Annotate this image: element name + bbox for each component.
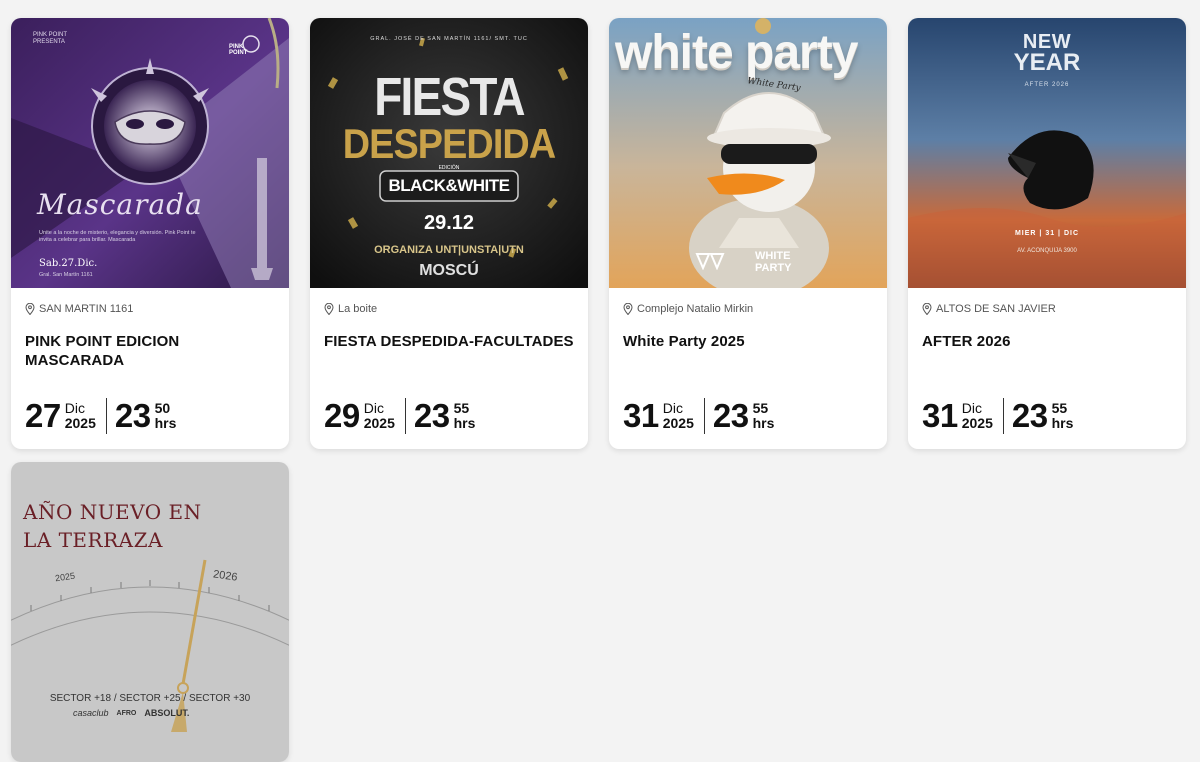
event-month: Dic (64, 400, 85, 416)
event-poster: white party White Party WHITE PARTY (609, 18, 887, 288)
poster-badge: BLACK&WHITE (388, 176, 510, 195)
venue-name: La boite (338, 303, 378, 315)
location-pin-icon (324, 303, 334, 315)
poster-logo-right: WHITE PARTY (755, 250, 792, 274)
event-day: 29 (324, 397, 360, 434)
event-card[interactable]: PINK POINT PRESENTA PINK POINT Mascarada… (11, 18, 289, 449)
event-datetime: 31 Dic 2025 23 55 hrs (623, 398, 774, 434)
event-day: 27 (25, 397, 61, 434)
poster-headline: FIESTA (374, 67, 525, 127)
event-venue: SAN MARTIN 1161 (25, 302, 275, 316)
poster-headline: DESPEDIDA (342, 120, 556, 167)
event-title[interactable]: AFTER 2026 (922, 332, 1172, 372)
poster-script-title: Mascarada (37, 188, 203, 221)
poster-address: Gral. San Martín 1161 (39, 272, 93, 278)
venue-name: Complejo Natalio Mirkin (637, 303, 754, 315)
event-hour: 23 (1011, 397, 1048, 434)
poster-organizer: ORGANIZA UNT|UNSTA|UTN (374, 244, 524, 256)
event-hour: 23 (413, 397, 450, 434)
event-hrs-label: hrs (752, 415, 775, 431)
event-datetime: 27 Dic 2025 23 50 hrs (25, 398, 176, 434)
datetime-divider (703, 398, 705, 434)
event-hrs-label: hrs (154, 415, 177, 431)
event-card[interactable]: NEW YEAR AFTER 2026 MIER | 31 | DIC AV. … (908, 18, 1186, 449)
location-pin-icon (25, 303, 35, 315)
event-hour: 23 (712, 397, 749, 434)
poster-headline: YEAR (1013, 49, 1081, 76)
event-venue: ALTOS DE SAN JAVIER (922, 302, 1172, 316)
event-card[interactable]: AÑO NUEVO EN LA TERRAZA 2025 2026 SECTOR… (11, 462, 289, 762)
event-poster: GRAL. JOSÉ DE SAN MARTÍN 1161/ SMT. TUC … (310, 18, 588, 288)
poster-logo: PINK POINT (229, 44, 248, 56)
event-hour: 23 (114, 397, 151, 434)
event-year: 2025 (64, 415, 96, 431)
event-year: 2025 (961, 415, 993, 431)
event-year: 2025 (662, 415, 694, 431)
datetime-divider (404, 398, 406, 434)
event-title[interactable]: PINK POINT EDICION MASCARADA (25, 332, 275, 372)
event-title[interactable]: FIESTA DESPEDIDA-FACULTADES (324, 332, 574, 372)
poster-description: Unite a la noche de misterio, elegancia … (39, 230, 196, 243)
event-title[interactable]: White Party 2025 (623, 332, 873, 372)
datetime-divider (1002, 398, 1004, 434)
event-poster: AÑO NUEVO EN LA TERRAZA 2025 2026 SECTOR… (11, 462, 289, 762)
venue-name: ALTOS DE SAN JAVIER (936, 303, 1056, 315)
event-poster: PINK POINT PRESENTA PINK POINT Mascarada… (11, 18, 289, 288)
event-card[interactable]: white party White Party WHITE PARTY Comp… (609, 18, 887, 449)
poster-sectors: SECTOR +18 / SECTOR +25 / SECTOR +30 (49, 693, 251, 704)
brand-logo-icon (695, 253, 725, 270)
poster-date: Sab.27.Dic. (39, 258, 98, 269)
poster-headline: AÑO NUEVO EN (23, 500, 202, 524)
sponsor-logo: AFRO (116, 709, 137, 717)
poster-date: 29.12 (423, 212, 475, 234)
poster-headline: LA TERRAZA (23, 528, 163, 552)
poster-address: GRAL. JOSÉ DE SAN MARTÍN 1161/ SMT. TUC (370, 36, 528, 42)
event-hrs-label: hrs (453, 415, 476, 431)
event-hrs-label: hrs (1051, 415, 1074, 431)
poster-edition: EDICIÓN (438, 165, 460, 171)
poster-logo-left (695, 252, 735, 270)
poster-brand: MOSCÚ (419, 262, 479, 279)
event-day: 31 (922, 397, 958, 434)
location-pin-icon (922, 303, 932, 315)
event-year: 2025 (363, 415, 395, 431)
poster-subtitle: PRESENTA (33, 39, 65, 45)
poster-subtitle: PINK POINT (33, 32, 68, 38)
event-month: Dic (662, 400, 683, 416)
event-grid: PINK POINT PRESENTA PINK POINT Mascarada… (0, 0, 1200, 762)
event-card[interactable]: GRAL. JOSÉ DE SAN MARTÍN 1161/ SMT. TUC … (310, 18, 588, 449)
event-day: 31 (623, 397, 659, 434)
event-datetime: 29 Dic 2025 23 55 hrs (324, 398, 475, 434)
event-poster: NEW YEAR AFTER 2026 MIER | 31 | DIC AV. … (908, 18, 1186, 288)
event-minutes: 55 (453, 400, 470, 416)
event-minutes: 55 (1051, 400, 1068, 416)
datetime-divider (105, 398, 107, 434)
event-venue: La boite (324, 302, 574, 316)
location-pin-icon (623, 303, 633, 315)
poster-place: AV. ACONQUIJA 3900 (1017, 248, 1077, 254)
venue-name: SAN MARTIN 1161 (39, 303, 134, 315)
event-month: Dic (961, 400, 982, 416)
event-minutes: 50 (154, 400, 171, 416)
poster-sponsors: casaclub AFRO ABSOLUT. (73, 708, 243, 718)
event-minutes: 55 (752, 400, 769, 416)
poster-subtitle: AFTER 2026 (1024, 82, 1070, 88)
event-datetime: 31 Dic 2025 23 55 hrs (922, 398, 1073, 434)
event-venue: Complejo Natalio Mirkin (623, 302, 873, 316)
poster-big-word: white party (615, 26, 858, 79)
poster-date: MIER | 31 | DIC (1014, 230, 1080, 237)
event-month: Dic (363, 400, 384, 416)
sponsor-logo: casaclub (73, 708, 109, 718)
sponsor-logo: ABSOLUT. (144, 708, 190, 718)
